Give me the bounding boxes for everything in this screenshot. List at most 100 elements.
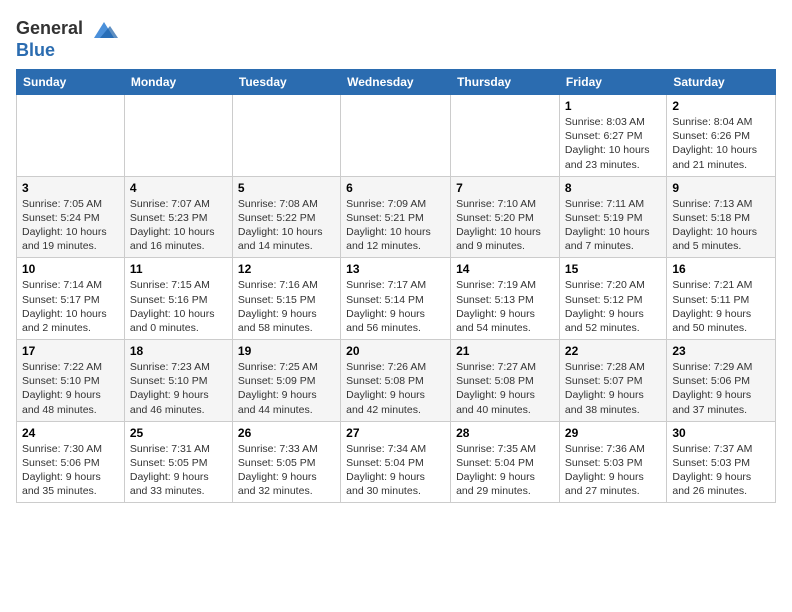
calendar-cell: 12 Sunrise: 7:16 AM Sunset: 5:15 PM Dayli… — [232, 258, 340, 340]
day-number: 29 — [565, 426, 661, 440]
day-info: Sunrise: 7:14 AM Sunset: 5:17 PM Dayligh… — [22, 278, 119, 335]
calendar-week-row: 24Sunrise: 7:30 AM Sunset: 5:06 PM Dayli… — [17, 421, 776, 503]
calendar-cell: 13 Sunrise: 7:17 AM Sunset: 5:14 PM Dayli… — [341, 258, 451, 340]
day-info: Sunrise: 7:25 AM Sunset: 5:09 PM Dayligh… — [238, 360, 335, 417]
day-info: Sunrise: 7:05 AM Sunset: 5:24 PM Dayligh… — [22, 197, 119, 254]
calendar-week-row: 10 Sunrise: 7:14 AM Sunset: 5:17 PM Dayli… — [17, 258, 776, 340]
day-info: Sunrise: 7:21 AM Sunset: 5:11 PM Dayligh… — [672, 278, 770, 335]
column-header-tuesday: Tuesday — [232, 70, 340, 95]
calendar-cell: 21 Sunrise: 7:27 AM Sunset: 5:08 PM Dayli… — [451, 340, 560, 422]
logo: General Blue — [16, 16, 118, 61]
calendar-cell: 29 Sunrise: 7:36 AM Sunset: 5:03 PM Dayli… — [559, 421, 666, 503]
day-info: Sunrise: 7:17 AM Sunset: 5:14 PM Dayligh… — [346, 278, 445, 335]
day-number: 22 — [565, 344, 661, 358]
day-info: Sunrise: 7:31 AM Sunset: 5:05 PM Dayligh… — [130, 442, 227, 499]
calendar-cell: 11 Sunrise: 7:15 AM Sunset: 5:16 PM Dayli… — [124, 258, 232, 340]
day-info: Sunrise: 7:35 AM Sunset: 5:04 PM Dayligh… — [456, 442, 554, 499]
day-number: 16 — [672, 262, 770, 276]
day-number: 19 — [238, 344, 335, 358]
day-info: Sunrise: 7:36 AM Sunset: 5:03 PM Dayligh… — [565, 442, 661, 499]
day-info: Sunrise: 8:04 AM Sunset: 6:26 PM Dayligh… — [672, 115, 770, 172]
calendar-cell: 17 Sunrise: 7:22 AM Sunset: 5:10 PM Dayli… — [17, 340, 125, 422]
day-info: Sunrise: 7:11 AM Sunset: 5:19 PM Dayligh… — [565, 197, 661, 254]
day-number: 30 — [672, 426, 770, 440]
calendar-header-row: SundayMondayTuesdayWednesdayThursdayFrid… — [17, 70, 776, 95]
day-info: Sunrise: 7:09 AM Sunset: 5:21 PM Dayligh… — [346, 197, 445, 254]
day-number: 7 — [456, 181, 554, 195]
column-header-wednesday: Wednesday — [341, 70, 451, 95]
day-info: Sunrise: 7:37 AM Sunset: 5:03 PM Dayligh… — [672, 442, 770, 499]
calendar-week-row: 3 Sunrise: 7:05 AM Sunset: 5:24 PM Daylig… — [17, 176, 776, 258]
calendar-cell — [341, 95, 451, 177]
calendar-table: SundayMondayTuesdayWednesdayThursdayFrid… — [16, 69, 776, 503]
day-info: Sunrise: 7:20 AM Sunset: 5:12 PM Dayligh… — [565, 278, 661, 335]
day-number: 21 — [456, 344, 554, 358]
column-header-friday: Friday — [559, 70, 666, 95]
calendar-cell: 26 Sunrise: 7:33 AM Sunset: 5:05 PM Dayli… — [232, 421, 340, 503]
calendar-cell: 2 Sunrise: 8:04 AM Sunset: 6:26 PM Daylig… — [667, 95, 776, 177]
day-number: 12 — [238, 262, 335, 276]
calendar-cell: 7 Sunrise: 7:10 AM Sunset: 5:20 PM Daylig… — [451, 176, 560, 258]
calendar-week-row: 1 Sunrise: 8:03 AM Sunset: 6:27 PM Daylig… — [17, 95, 776, 177]
day-info: Sunrise: 7:22 AM Sunset: 5:10 PM Dayligh… — [22, 360, 119, 417]
day-number: 13 — [346, 262, 445, 276]
day-number: 11 — [130, 262, 227, 276]
day-number: 17 — [22, 344, 119, 358]
column-header-monday: Monday — [124, 70, 232, 95]
column-header-sunday: Sunday — [17, 70, 125, 95]
column-header-saturday: Saturday — [667, 70, 776, 95]
day-number: 14 — [456, 262, 554, 276]
calendar-cell: 22 Sunrise: 7:28 AM Sunset: 5:07 PM Dayli… — [559, 340, 666, 422]
calendar-cell: 8 Sunrise: 7:11 AM Sunset: 5:19 PM Daylig… — [559, 176, 666, 258]
day-info: Sunrise: 7:16 AM Sunset: 5:15 PM Dayligh… — [238, 278, 335, 335]
day-number: 3 — [22, 181, 119, 195]
calendar-cell — [17, 95, 125, 177]
day-number: 2 — [672, 99, 770, 113]
day-info: Sunrise: 7:19 AM Sunset: 5:13 PM Dayligh… — [456, 278, 554, 335]
day-info: Sunrise: 7:13 AM Sunset: 5:18 PM Dayligh… — [672, 197, 770, 254]
calendar-cell: 10 Sunrise: 7:14 AM Sunset: 5:17 PM Dayli… — [17, 258, 125, 340]
day-number: 10 — [22, 262, 119, 276]
calendar-cell: 9 Sunrise: 7:13 AM Sunset: 5:18 PM Daylig… — [667, 176, 776, 258]
day-info: Sunrise: 7:23 AM Sunset: 5:10 PM Dayligh… — [130, 360, 227, 417]
calendar-cell: 6 Sunrise: 7:09 AM Sunset: 5:21 PM Daylig… — [341, 176, 451, 258]
calendar-cell: 19 Sunrise: 7:25 AM Sunset: 5:09 PM Dayli… — [232, 340, 340, 422]
calendar-cell: 18Sunrise: 7:23 AM Sunset: 5:10 PM Dayli… — [124, 340, 232, 422]
calendar-cell: 5Sunrise: 7:08 AM Sunset: 5:22 PM Daylig… — [232, 176, 340, 258]
day-info: Sunrise: 7:30 AM Sunset: 5:06 PM Dayligh… — [22, 442, 119, 499]
calendar-cell: 1 Sunrise: 8:03 AM Sunset: 6:27 PM Daylig… — [559, 95, 666, 177]
day-info: Sunrise: 7:27 AM Sunset: 5:08 PM Dayligh… — [456, 360, 554, 417]
day-number: 28 — [456, 426, 554, 440]
day-number: 1 — [565, 99, 661, 113]
day-number: 8 — [565, 181, 661, 195]
calendar-cell: 4 Sunrise: 7:07 AM Sunset: 5:23 PM Daylig… — [124, 176, 232, 258]
calendar-cell: 28 Sunrise: 7:35 AM Sunset: 5:04 PM Dayli… — [451, 421, 560, 503]
day-number: 23 — [672, 344, 770, 358]
day-number: 26 — [238, 426, 335, 440]
calendar-cell: 24Sunrise: 7:30 AM Sunset: 5:06 PM Dayli… — [17, 421, 125, 503]
calendar-cell: 27Sunrise: 7:34 AM Sunset: 5:04 PM Dayli… — [341, 421, 451, 503]
day-number: 6 — [346, 181, 445, 195]
day-info: Sunrise: 7:33 AM Sunset: 5:05 PM Dayligh… — [238, 442, 335, 499]
calendar-week-row: 17 Sunrise: 7:22 AM Sunset: 5:10 PM Dayli… — [17, 340, 776, 422]
day-info: Sunrise: 7:07 AM Sunset: 5:23 PM Dayligh… — [130, 197, 227, 254]
calendar-cell: 16 Sunrise: 7:21 AM Sunset: 5:11 PM Dayli… — [667, 258, 776, 340]
day-info: Sunrise: 7:26 AM Sunset: 5:08 PM Dayligh… — [346, 360, 445, 417]
calendar-cell: 20 Sunrise: 7:26 AM Sunset: 5:08 PM Dayli… — [341, 340, 451, 422]
day-number: 4 — [130, 181, 227, 195]
day-number: 20 — [346, 344, 445, 358]
column-header-thursday: Thursday — [451, 70, 560, 95]
day-info: Sunrise: 7:28 AM Sunset: 5:07 PM Dayligh… — [565, 360, 661, 417]
day-info: Sunrise: 7:08 AM Sunset: 5:22 PM Dayligh… — [238, 197, 335, 254]
day-info: Sunrise: 7:10 AM Sunset: 5:20 PM Dayligh… — [456, 197, 554, 254]
day-info: Sunrise: 7:15 AM Sunset: 5:16 PM Dayligh… — [130, 278, 227, 335]
calendar-cell — [124, 95, 232, 177]
day-info: Sunrise: 8:03 AM Sunset: 6:27 PM Dayligh… — [565, 115, 661, 172]
day-number: 9 — [672, 181, 770, 195]
calendar-cell — [451, 95, 560, 177]
calendar-cell: 15Sunrise: 7:20 AM Sunset: 5:12 PM Dayli… — [559, 258, 666, 340]
day-info: Sunrise: 7:29 AM Sunset: 5:06 PM Dayligh… — [672, 360, 770, 417]
day-number: 25 — [130, 426, 227, 440]
calendar-cell: 3 Sunrise: 7:05 AM Sunset: 5:24 PM Daylig… — [17, 176, 125, 258]
calendar-cell: 25 Sunrise: 7:31 AM Sunset: 5:05 PM Dayli… — [124, 421, 232, 503]
